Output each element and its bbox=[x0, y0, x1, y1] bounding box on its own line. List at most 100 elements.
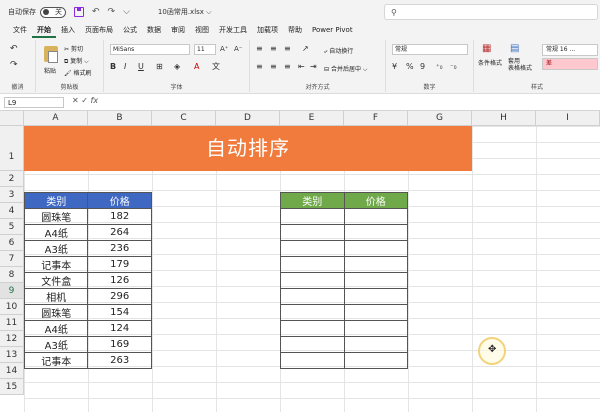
currency-icon[interactable]: ¥ bbox=[392, 62, 397, 72]
increase-decimal-icon[interactable]: ⁺₀ bbox=[436, 62, 443, 72]
row-header-2[interactable]: 2 bbox=[0, 171, 24, 187]
phonetic-icon[interactable]: 文 bbox=[212, 62, 220, 72]
sorted-header-category[interactable]: 类别 bbox=[280, 192, 345, 209]
align-left-icon[interactable]: ≡ bbox=[256, 62, 263, 72]
font-name-select[interactable]: MiSans bbox=[110, 44, 190, 55]
sorted-category-cell[interactable] bbox=[280, 288, 345, 305]
sorted-price-cell[interactable] bbox=[343, 208, 408, 225]
sorted-category-cell[interactable] bbox=[280, 320, 345, 337]
decrease-indent-icon[interactable]: ⇤ bbox=[298, 62, 305, 72]
price-cell[interactable]: 126 bbox=[87, 272, 152, 289]
tab-0[interactable]: 文件 bbox=[8, 24, 32, 38]
sorted-price-cell[interactable] bbox=[343, 288, 408, 305]
sorted-category-cell[interactable] bbox=[280, 352, 345, 369]
row-header-8[interactable]: 8 bbox=[0, 267, 24, 283]
source-header-price[interactable]: 价格 bbox=[87, 192, 152, 209]
percent-button[interactable]: % bbox=[406, 62, 414, 72]
tab-11[interactable]: Power Pivot bbox=[307, 24, 358, 38]
cut-button[interactable]: ✂ 剪切 bbox=[64, 44, 83, 53]
fx-button[interactable]: fx bbox=[91, 96, 99, 105]
enter-icon[interactable]: ✓ bbox=[81, 96, 88, 105]
sorted-price-cell[interactable] bbox=[343, 224, 408, 241]
format-table-button[interactable]: 套用 表格格式 bbox=[508, 58, 532, 72]
cancel-icon[interactable]: ✕ bbox=[72, 96, 79, 105]
shrink-font-icon[interactable]: A⁻ bbox=[234, 44, 242, 54]
row-header-10[interactable]: 10 bbox=[0, 299, 24, 315]
wrap-text-button[interactable]: ⤶ 自动换行 bbox=[324, 46, 353, 56]
tab-6[interactable]: 审阅 bbox=[166, 24, 190, 38]
file-name[interactable]: 10函常用.xlsx ⌵ bbox=[158, 7, 212, 17]
sorted-category-cell[interactable] bbox=[280, 272, 345, 289]
source-header-category[interactable]: 类别 bbox=[23, 192, 89, 209]
category-cell[interactable]: A4纸 bbox=[23, 320, 89, 337]
title-banner[interactable]: 自动排序 bbox=[24, 126, 472, 171]
sorted-price-cell[interactable] bbox=[343, 352, 408, 369]
tab-2[interactable]: 插入 bbox=[56, 24, 80, 38]
price-cell[interactable]: 236 bbox=[87, 240, 152, 257]
row-header-14[interactable]: 14 bbox=[0, 363, 24, 379]
tab-5[interactable]: 数据 bbox=[142, 24, 166, 38]
sorted-price-cell[interactable] bbox=[343, 256, 408, 273]
autosave-toggle[interactable]: 关 bbox=[40, 6, 66, 18]
row-header-4[interactable]: 4 bbox=[0, 203, 24, 219]
sorted-header-price[interactable]: 价格 bbox=[343, 192, 408, 209]
category-cell[interactable]: 圆珠笔 bbox=[23, 304, 89, 321]
row-header-5[interactable]: 5 bbox=[0, 219, 24, 235]
row-header-12[interactable]: 12 bbox=[0, 331, 24, 347]
comma-button[interactable]: 9 bbox=[420, 62, 425, 72]
price-cell[interactable]: 124 bbox=[87, 320, 152, 337]
conditional-format-button[interactable]: 条件格式 bbox=[478, 58, 502, 67]
sorted-category-cell[interactable] bbox=[280, 240, 345, 257]
row-header-6[interactable]: 6 bbox=[0, 235, 24, 251]
align-top-icon[interactable]: ≡ bbox=[256, 44, 263, 54]
sorted-price-cell[interactable] bbox=[343, 320, 408, 337]
sorted-category-cell[interactable] bbox=[280, 224, 345, 241]
sorted-category-cell[interactable] bbox=[280, 208, 345, 225]
font-color-icon[interactable]: A bbox=[194, 62, 199, 72]
tab-9[interactable]: 加载项 bbox=[252, 24, 283, 38]
tab-4[interactable]: 公式 bbox=[118, 24, 142, 38]
fill-color-icon[interactable]: ◈ bbox=[174, 62, 180, 72]
style-bad-cell[interactable]: 差 bbox=[542, 58, 598, 70]
category-cell[interactable]: 相机 bbox=[23, 288, 89, 305]
align-center-icon[interactable]: ≡ bbox=[270, 62, 277, 72]
category-cell[interactable]: A3纸 bbox=[23, 336, 89, 353]
paste-icon[interactable] bbox=[44, 46, 58, 63]
sorted-category-cell[interactable] bbox=[280, 256, 345, 273]
price-cell[interactable]: 182 bbox=[87, 208, 152, 225]
font-size-select[interactable]: 11 bbox=[194, 44, 216, 55]
category-cell[interactable]: A3纸 bbox=[23, 240, 89, 257]
column-header-d[interactable]: D bbox=[216, 111, 280, 126]
search-box[interactable]: ⚲ bbox=[384, 4, 598, 20]
column-header-a[interactable]: A bbox=[24, 111, 88, 126]
column-header-b[interactable]: B bbox=[88, 111, 152, 126]
row-header-3[interactable]: 3 bbox=[0, 187, 24, 203]
format-painter-button[interactable]: 🖌 格式刷 bbox=[64, 68, 92, 77]
category-cell[interactable]: 文件盒 bbox=[23, 272, 89, 289]
border-icon[interactable]: ⊞ bbox=[156, 62, 163, 72]
redo-icon[interactable]: ↷ bbox=[10, 60, 18, 70]
paste-button[interactable]: 粘贴 bbox=[44, 66, 56, 75]
sorted-category-cell[interactable] bbox=[280, 304, 345, 321]
increase-indent-icon[interactable]: ⇥ bbox=[310, 62, 317, 72]
copy-button[interactable]: ⧉ 复制 ⌵ bbox=[64, 56, 89, 66]
undo-icon[interactable]: ↶ bbox=[10, 44, 18, 54]
align-middle-icon[interactable]: ≡ bbox=[270, 44, 277, 54]
customize-toolbar-icon[interactable]: ⌵ bbox=[123, 7, 130, 17]
column-header-h[interactable]: H bbox=[472, 111, 536, 126]
underline-button[interactable]: U bbox=[138, 62, 144, 72]
tab-10[interactable]: 帮助 bbox=[283, 24, 307, 38]
sorted-price-cell[interactable] bbox=[343, 304, 408, 321]
row-header-1[interactable]: 1 bbox=[0, 126, 24, 171]
formula-input[interactable] bbox=[112, 97, 596, 108]
category-cell[interactable]: 记事本 bbox=[23, 352, 89, 369]
sorted-category-cell[interactable] bbox=[280, 336, 345, 353]
price-cell[interactable]: 296 bbox=[87, 288, 152, 305]
column-header-i[interactable]: I bbox=[536, 111, 600, 126]
category-cell[interactable]: 圆珠笔 bbox=[23, 208, 89, 225]
price-cell[interactable]: 169 bbox=[87, 336, 152, 353]
tab-1[interactable]: 开始 bbox=[32, 24, 56, 38]
decrease-decimal-icon[interactable]: ⁻₀ bbox=[450, 62, 457, 72]
name-box[interactable]: L9 bbox=[4, 97, 64, 108]
tab-7[interactable]: 视图 bbox=[190, 24, 214, 38]
